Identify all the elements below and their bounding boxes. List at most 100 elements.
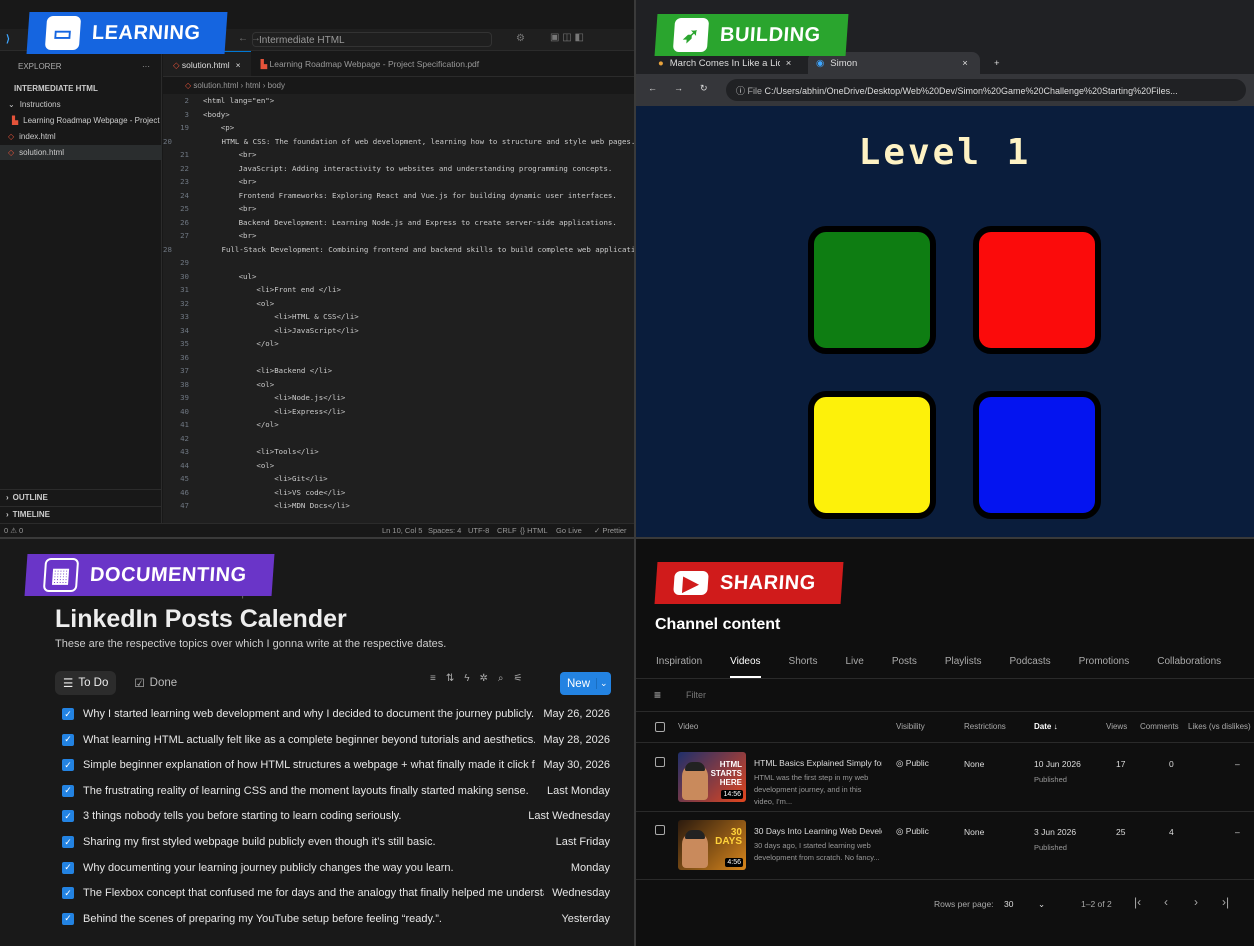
chevron-down-icon[interactable]: ⌄: [596, 678, 608, 689]
code-line[interactable]: 31 <li>Front end </li>: [163, 283, 634, 297]
code-line[interactable]: 3 <body>: [163, 108, 634, 122]
more-icon[interactable]: ···: [142, 59, 158, 74]
checkbox[interactable]: ✓: [62, 784, 74, 797]
list-item[interactable]: ✓ What learning HTML actually felt like a…: [62, 729, 610, 751]
video-thumbnail[interactable]: 30 DAYS 4:56: [678, 820, 746, 870]
rows-per-page-select[interactable]: 30: [1004, 899, 1013, 909]
list-item[interactable]: ✓ Sharing my first styled webpage build p…: [62, 831, 610, 853]
tree-file-solution[interactable]: ◇ solution.html: [0, 145, 162, 160]
video-title[interactable]: 30 Days Into Learning Web Developmen...: [754, 826, 882, 836]
red-button[interactable]: [973, 226, 1101, 354]
indent-setting[interactable]: Spaces: 4: [428, 526, 461, 535]
post-topic[interactable]: 3 things nobody tells you before startin…: [83, 810, 520, 822]
video-thumbnail[interactable]: HTML STARTS HERE 14:56: [678, 752, 746, 802]
tab-videos[interactable]: Videos: [730, 656, 761, 678]
code-line[interactable]: 45 <li>Git</li>: [163, 472, 634, 486]
chevron-down-icon[interactable]: ⌄: [1038, 899, 1045, 910]
list-item[interactable]: ✓ Why documenting your learning journey p…: [62, 857, 610, 879]
code-line[interactable]: 20 HTML & CSS: The foundation of web dev…: [163, 135, 634, 149]
checkbox[interactable]: ✓: [62, 708, 74, 720]
code-line[interactable]: 42: [163, 432, 634, 446]
post-topic[interactable]: The Flexbox concept that confused me for…: [83, 887, 544, 899]
video-title[interactable]: HTML Basics Explained Simply for Begi...: [754, 758, 882, 768]
code-line[interactable]: 30 <ul>: [163, 270, 634, 284]
code-line[interactable]: 21 <br>: [163, 148, 634, 162]
code-line[interactable]: 46 <li>VS code</li>: [163, 486, 634, 500]
code-line[interactable]: 33 <li>HTML & CSS</li>: [163, 310, 634, 324]
select-all-checkbox[interactable]: [655, 722, 665, 732]
tab-inspiration[interactable]: Inspiration: [656, 656, 702, 678]
code-line[interactable]: 22 JavaScript: Adding interactivity to w…: [163, 162, 634, 176]
cursor-position[interactable]: Ln 10, Col 5: [382, 526, 422, 535]
visibility-cell[interactable]: ◎ Public: [896, 758, 929, 769]
checkbox[interactable]: ✓: [62, 861, 74, 874]
yellow-button[interactable]: [808, 391, 936, 519]
breadcrumb-html[interactable]: html: [245, 81, 260, 90]
row-checkbox[interactable]: [655, 825, 665, 835]
tab-shorts[interactable]: Shorts: [789, 656, 818, 678]
post-topic[interactable]: Behind the scenes of preparing my YouTub…: [83, 913, 553, 925]
outline-section[interactable]: › OUTLINE: [0, 489, 162, 504]
tab-playlists[interactable]: Playlists: [945, 656, 982, 678]
command-center[interactable]: Intermediate HTML: [252, 32, 492, 47]
tree-file-index[interactable]: ◇ index.html: [0, 129, 162, 144]
post-topic[interactable]: Why I started learning web development a…: [83, 708, 535, 720]
code-line[interactable]: 39 <li>Node.js</li>: [163, 391, 634, 405]
tab-posts[interactable]: Posts: [892, 656, 917, 678]
code-line[interactable]: 26 Backend Development: Learning Node.js…: [163, 216, 634, 230]
file-info-icon[interactable]: ⓘ: [736, 86, 748, 96]
checkbox[interactable]: ✓: [62, 810, 74, 823]
next-page-icon[interactable]: ›: [1194, 895, 1198, 909]
page-title[interactable]: LinkedIn Posts Calender: [55, 605, 347, 634]
language-mode[interactable]: {} HTML: [520, 526, 548, 535]
line-ending[interactable]: CRLF: [497, 526, 517, 535]
blue-button[interactable]: [973, 391, 1101, 519]
ai-icon[interactable]: ✲: [480, 673, 488, 684]
tab-collaborations[interactable]: Collaborations: [1157, 656, 1221, 678]
tree-file-pdf[interactable]: ▙Learning Roadmap Webpage - Project Spec…: [0, 113, 162, 128]
automation-icon[interactable]: ϟ: [464, 673, 469, 684]
prettier-status[interactable]: ✓ Prettier: [594, 526, 627, 535]
code-line[interactable]: 32 <ol>: [163, 297, 634, 311]
new-button[interactable]: New ⌄: [560, 672, 611, 695]
copilot-icon[interactable]: ⚙: [516, 33, 525, 44]
go-live-button[interactable]: Go Live: [556, 526, 582, 535]
tab-promotions[interactable]: Promotions: [1079, 656, 1130, 678]
page-description[interactable]: These are the respective topics over whi…: [55, 638, 446, 650]
code-line[interactable]: 37 <li>Backend </li>: [163, 364, 634, 378]
forward-icon[interactable]: →: [674, 83, 683, 93]
code-line[interactable]: 23 <br>: [163, 175, 634, 189]
code-line[interactable]: 34 <li>JavaScript</li>: [163, 324, 634, 338]
filter-icon[interactable]: ≡: [654, 688, 661, 702]
checkbox[interactable]: ✓: [62, 759, 74, 772]
reload-icon[interactable]: ↻: [700, 83, 708, 94]
encoding[interactable]: UTF-8: [468, 526, 489, 535]
post-topic[interactable]: Sharing my first styled webpage build pu…: [83, 836, 548, 848]
visibility-cell[interactable]: ◎ Public: [896, 826, 929, 837]
tab-live[interactable]: Live: [845, 656, 863, 678]
filter-input[interactable]: Filter: [686, 690, 706, 700]
code-line[interactable]: 28 Full-Stack Development: Combining fro…: [163, 243, 634, 257]
checkbox[interactable]: ✓: [62, 887, 74, 900]
search-icon[interactable]: ⌕: [498, 673, 504, 684]
code-editor[interactable]: 2 <html lang="en"> 3 <body> 19 <p> 20 HTML & …: [163, 94, 634, 523]
close-icon[interactable]: ×: [236, 60, 241, 70]
layout-toggle-icon[interactable]: ▣ ◫ ◧: [550, 32, 584, 43]
code-line[interactable]: 44 <ol>: [163, 459, 634, 473]
post-topic[interactable]: The frustrating reality of learning CSS …: [83, 785, 539, 797]
back-icon[interactable]: ←: [648, 83, 657, 93]
filter-icon[interactable]: ≡: [430, 673, 436, 684]
tab-project-spec-pdf[interactable]: ▙ Learning Roadmap Webpage - Project Spe…: [251, 51, 490, 76]
breadcrumb-body[interactable]: body: [268, 81, 285, 90]
project-folder[interactable]: INTERMEDIATE HTML: [0, 81, 162, 96]
url-field[interactable]: ⓘ File C:/Users/abhin/OneDrive/Desktop/W…: [726, 79, 1246, 101]
code-line[interactable]: 38 <ol>: [163, 378, 634, 392]
code-line[interactable]: 40 <li>Express</li>: [163, 405, 634, 419]
post-topic[interactable]: Simple beginner explanation of how HTML …: [83, 759, 535, 771]
tree-folder-instructions[interactable]: ⌄ Instructions: [0, 97, 162, 112]
code-line[interactable]: 2 <html lang="en">: [163, 94, 634, 108]
problems-indicator[interactable]: 0 ⚠ 0: [4, 526, 23, 535]
new-tab-button[interactable]: +: [986, 52, 1008, 74]
tab-to-do[interactable]: ☰ To Do: [55, 671, 117, 695]
green-button[interactable]: [808, 226, 936, 354]
